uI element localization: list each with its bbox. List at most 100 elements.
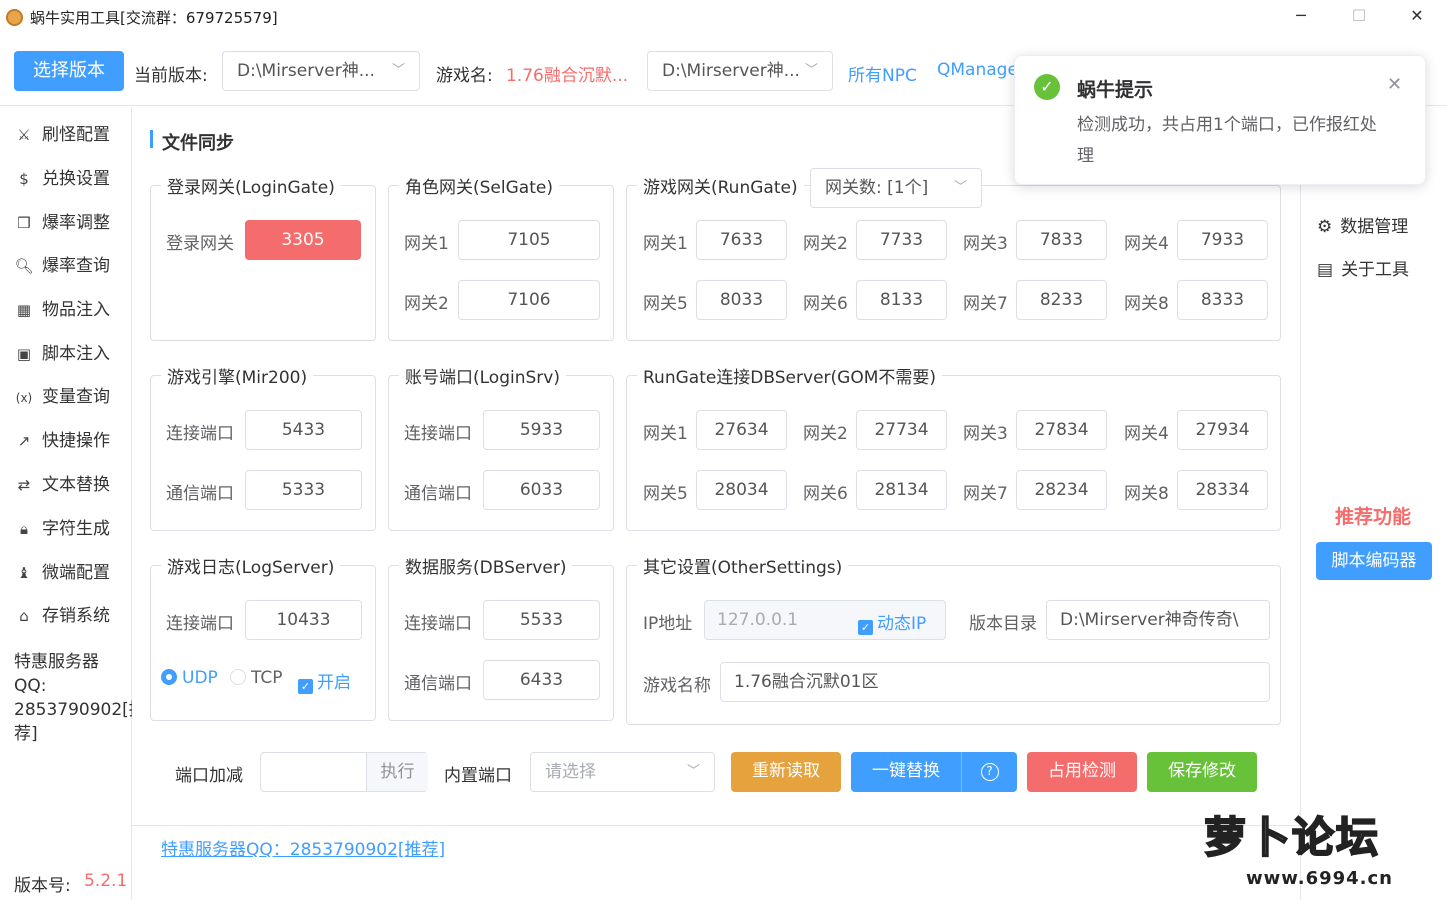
- version-label: 版本号:: [14, 876, 71, 896]
- builtin-port-select[interactable]: 请选择 ﹀: [530, 752, 715, 792]
- sidebar-item-droprate-adjust[interactable]: ❒ 爆率调整: [14, 210, 110, 236]
- dbconn-gate5-input[interactable]: 28034: [696, 470, 787, 510]
- grid-icon: ▦: [16, 301, 32, 319]
- mir200-comm-label: 通信端口: [166, 484, 234, 504]
- script-encoder-button[interactable]: 脚本编码器: [1316, 542, 1432, 580]
- rungate-gate2-input[interactable]: 7733: [856, 220, 947, 260]
- dbconn-gate8-label: 网关8: [1124, 484, 1169, 504]
- dbconn-gate3-input[interactable]: 27834: [1016, 410, 1107, 450]
- other-settings-legend: 其它设置(OtherSettings): [637, 553, 849, 578]
- occupy-check-button[interactable]: 占用检测: [1027, 752, 1137, 792]
- logserver-connect-input[interactable]: 10433: [245, 600, 362, 640]
- dbserver-connect-label: 连接端口: [404, 614, 472, 634]
- dbserver-comm-input[interactable]: 6433: [483, 660, 600, 700]
- rungate-gate6-input[interactable]: 8133: [856, 280, 947, 320]
- sidebar-item-script-inject[interactable]: ▣ 脚本注入: [14, 341, 110, 367]
- sidebar-item-exchange[interactable]: $ 兑换设置: [14, 166, 110, 192]
- rungate-gate5-input[interactable]: 8033: [696, 280, 787, 320]
- dbconn-gate6-input[interactable]: 28134: [856, 470, 947, 510]
- selgate-gate1-input[interactable]: 7105: [458, 220, 600, 260]
- current-version-select[interactable]: D:\Mirserver神... ﹀: [222, 51, 420, 91]
- cube-icon: ❒: [17, 214, 31, 232]
- version-dir-input[interactable]: D:\Mirserver神奇传奇\: [1046, 600, 1270, 640]
- dbconn-gate4-input[interactable]: 27934: [1177, 410, 1268, 450]
- sidebar-item-monster[interactable]: ⚔ 刷怪配置: [14, 122, 110, 148]
- toast-close-icon[interactable]: ✕: [1387, 74, 1402, 95]
- select-version-button[interactable]: 选择版本: [14, 51, 124, 91]
- help-button[interactable]: ?: [961, 752, 1017, 792]
- dbconn-gate1-input[interactable]: 27634: [696, 410, 787, 450]
- sidebar-item-item-inject[interactable]: ▦ 物品注入: [14, 297, 110, 323]
- about-item[interactable]: ▤ 关于工具: [1317, 255, 1409, 280]
- dbconn-gate2-input[interactable]: 27734: [856, 410, 947, 450]
- selgate-gate2-input[interactable]: 7106: [458, 280, 600, 320]
- logserver-legend: 游戏日志(LogServer): [161, 553, 341, 578]
- rungate-gate8-label: 网关8: [1124, 294, 1169, 314]
- reload-button[interactable]: 重新读取: [731, 752, 841, 792]
- sidebar-item-quick-ops[interactable]: ↗ 快捷操作: [14, 428, 110, 454]
- rungate-gate7-input[interactable]: 8233: [1016, 280, 1107, 320]
- mir200-comm-input[interactable]: 5333: [245, 470, 362, 510]
- right-panel: ⚙ 数据管理 ▤ 关于工具 推荐功能 脚本编码器: [1300, 107, 1447, 900]
- mir200-connect-input[interactable]: 5433: [245, 410, 362, 450]
- dynamic-ip-checkbox[interactable]: ✓ 动态IP: [858, 609, 926, 635]
- tcp-radio[interactable]: TCP: [230, 668, 283, 688]
- version-dir-label: 版本目录: [969, 614, 1037, 634]
- loginsrv-connect-input[interactable]: 5933: [483, 410, 600, 450]
- sidebar-item-label: 字符生成: [42, 519, 110, 539]
- minimize-button[interactable]: ─: [1272, 0, 1330, 34]
- rungate-gate3-label: 网关3: [963, 234, 1008, 254]
- save-button[interactable]: 保存修改: [1147, 752, 1257, 792]
- builtin-port-label: 内置端口: [444, 766, 512, 786]
- sidebar-item-label: 爆率调整: [42, 213, 110, 233]
- exec-button[interactable]: 执行: [366, 753, 428, 791]
- qmanage-link[interactable]: QManage: [937, 60, 1018, 80]
- sidebar-item-microclient[interactable]: ♝ 微端配置: [14, 560, 110, 586]
- toast-message: 检测成功，共占用1个端口，已作报红处理: [1077, 115, 1377, 166]
- udp-radio[interactable]: UDP: [161, 668, 218, 688]
- variable-icon: (x): [15, 391, 33, 405]
- all-npc-link[interactable]: 所有NPC: [848, 61, 917, 86]
- toast-title: 蜗牛提示: [1077, 79, 1154, 101]
- dbconn-gate8-input[interactable]: 28334: [1177, 470, 1268, 510]
- sidebar-item-char-gen[interactable]: 🔒︎ 字符生成: [14, 516, 110, 542]
- dbconn-gate7-input[interactable]: 28234: [1016, 470, 1107, 510]
- promo-line: QQ:: [14, 676, 47, 696]
- loginsrv-legend: 账号端口(LoginSrv): [399, 363, 566, 388]
- maximize-button[interactable]: ☐: [1330, 0, 1388, 34]
- gate-count-select[interactable]: 网关数: [1个] ﹀: [810, 168, 982, 208]
- game-name-label: 游戏名:: [436, 66, 493, 86]
- chevron-down-icon: ﹀: [804, 63, 818, 78]
- one-click-replace-button[interactable]: 一键替换: [851, 752, 961, 792]
- selgate-gate2-label: 网关2: [404, 294, 449, 314]
- sidebar-item-variable-query[interactable]: (x) 变量查询: [14, 384, 110, 410]
- promo-footer-link[interactable]: 特惠服务器QQ：2853790902[推荐]: [161, 835, 445, 860]
- dbconn-gate5-label: 网关5: [643, 484, 688, 504]
- clipboard-icon: ▤: [1317, 260, 1334, 280]
- sidebar-item-text-replace[interactable]: ⇄ 文本替换: [14, 472, 110, 498]
- sidebar-item-store[interactable]: ⌂ 存销系统: [14, 603, 110, 629]
- dbconn-legend: RunGate连接DBServer(GOM不需要): [637, 363, 943, 388]
- sidebar-item-label: 快捷操作: [42, 431, 110, 451]
- chevron-down-icon: ﹀: [391, 63, 405, 78]
- path-select[interactable]: D:\Mirserver神... ﹀: [647, 51, 833, 91]
- rungate-gate5-label: 网关5: [643, 294, 688, 314]
- rungate-gate1-input[interactable]: 7633: [696, 220, 787, 260]
- port-add-label: 端口加减: [175, 766, 243, 786]
- sidebar-item-droprate-query[interactable]: 🔍︎ 爆率查询: [14, 253, 110, 279]
- loginsrv-comm-input[interactable]: 6033: [483, 470, 600, 510]
- rungate-gate3-input[interactable]: 7833: [1016, 220, 1107, 260]
- rungate-gate4-input[interactable]: 7933: [1177, 220, 1268, 260]
- logingate-port-input[interactable]: 3305: [245, 220, 361, 260]
- dbserver-connect-input[interactable]: 5533: [483, 600, 600, 640]
- store-icon: ⌂: [19, 607, 29, 625]
- window-title: 蜗牛实用工具[交流群：679725579]: [30, 9, 278, 27]
- port-add-input[interactable]: 执行: [260, 752, 428, 792]
- game-name-input[interactable]: 1.76融合沉默01区: [720, 662, 1270, 702]
- data-management-item[interactable]: ⚙ 数据管理: [1317, 212, 1408, 237]
- loginsrv-connect-label: 连接端口: [404, 424, 472, 444]
- close-window-button[interactable]: ✕: [1388, 0, 1446, 34]
- sidebar-item-label: 变量查询: [42, 387, 110, 407]
- enable-checkbox[interactable]: ✓ 开启: [298, 668, 351, 694]
- rungate-gate8-input[interactable]: 8333: [1177, 280, 1268, 320]
